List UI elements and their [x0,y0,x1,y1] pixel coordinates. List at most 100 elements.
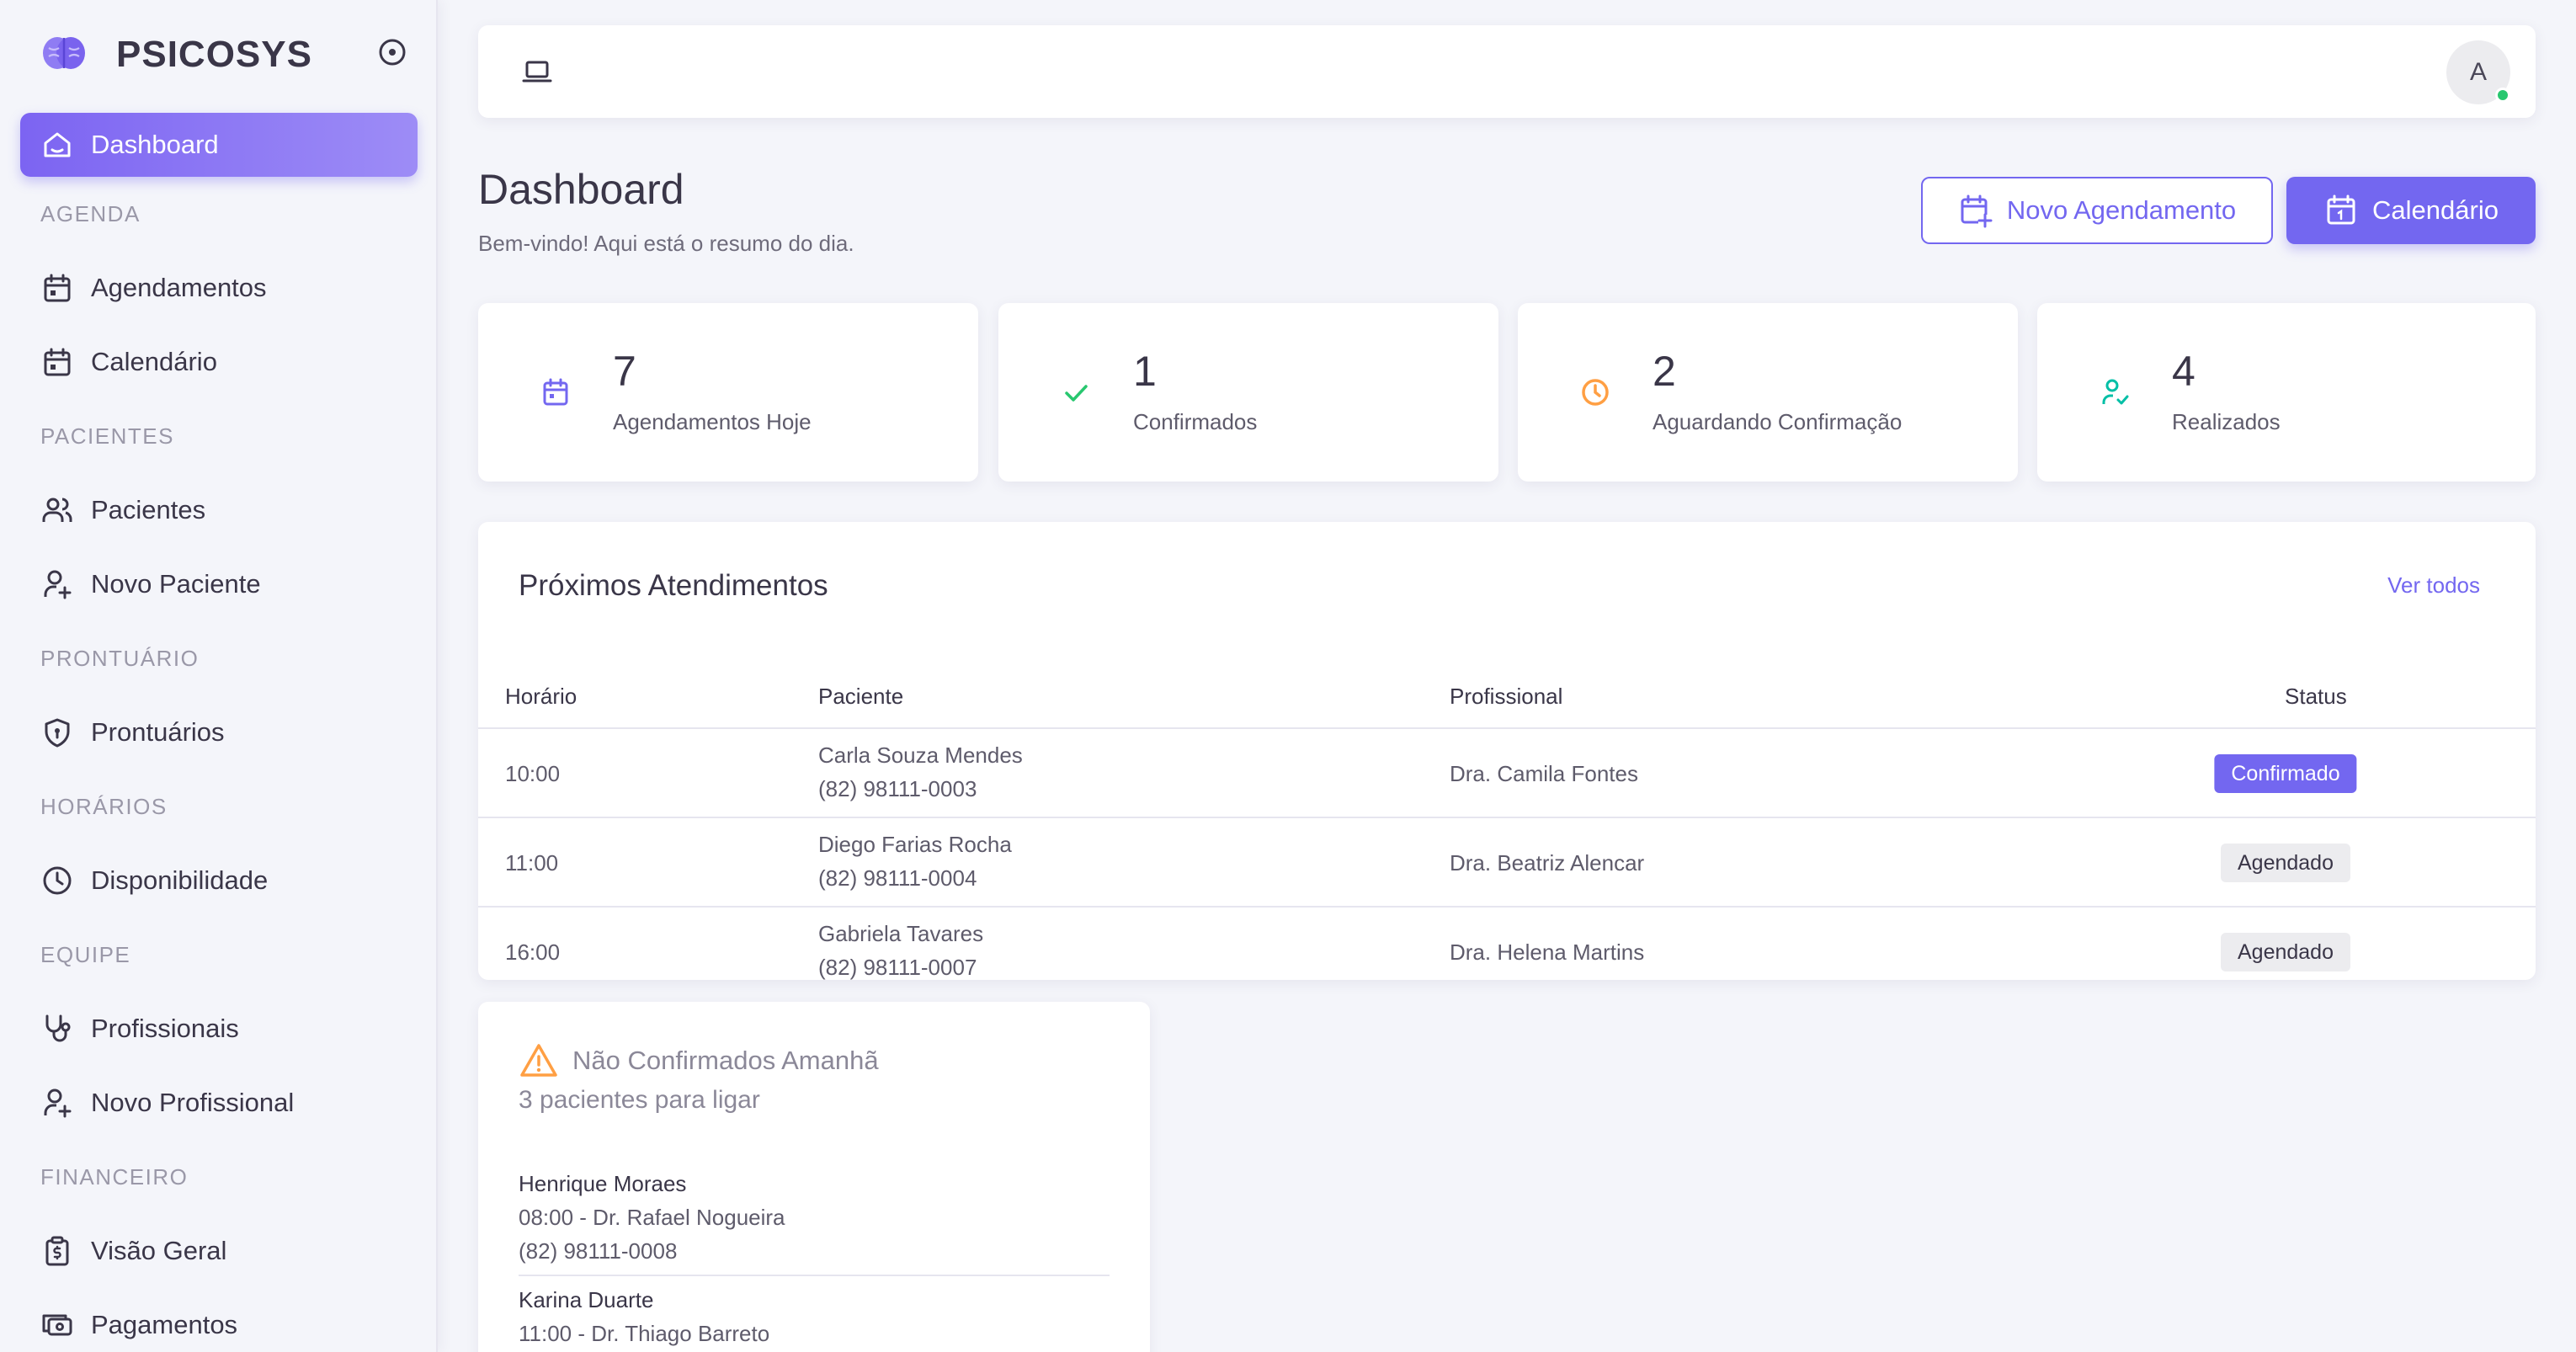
table-row[interactable]: 10:00 Carla Souza Mendes (82) 98111-0003… [478,729,2536,818]
radio-circle-icon [377,37,407,72]
avatar-initial: A [2469,58,2487,86]
sidebar-item-prontuarios[interactable]: Prontuários [20,695,418,769]
table-header: Horário Paciente Profissional Status [478,660,2536,729]
sidebar-item-label: Novo Paciente [91,569,261,599]
user-plus-icon [44,570,72,599]
row-professional: Dra. Camila Fontes [1450,761,1638,786]
status-badge: Agendado [2220,933,2351,971]
check-icon [1059,375,1093,409]
row-professional: Dra. Helena Martins [1450,939,1645,965]
calendar-icon [44,274,71,302]
sidebar-item-pagamentos[interactable]: Pagamentos [20,1288,418,1352]
sidebar-item-novo-profissional[interactable]: Novo Profissional [20,1066,418,1140]
card-title: Próximos Atendimentos [519,569,828,602]
sidebar-item-pacientes[interactable]: Pacientes [20,473,418,547]
card-subtitle: 3 pacientes para ligar [519,1086,760,1114]
stat-card-confirmed: 1 Confirmados [998,303,1498,482]
stat-value: 1 [1133,348,1157,395]
row-time: 11:00 [505,850,559,876]
divider [519,1275,1110,1276]
stat-card-today: 7 Agendamentos Hoje [478,303,978,482]
row-time: 10:00 [505,761,561,786]
clock-icon [1578,375,1612,409]
calendar-button[interactable]: Calendário [2286,177,2536,244]
avatar[interactable]: A [2446,40,2510,104]
laptop-icon[interactable] [520,55,554,88]
appointment-detail: 08:00 - Dr. Rafael Nogueira [519,1205,785,1230]
stat-card-done: 4 Realizados [2037,303,2536,482]
sidebar-toggle-button[interactable] [375,37,409,71]
sidebar-item-label: Profissionais [91,1014,239,1043]
calendar-icon [2327,194,2355,225]
row-patient-phone: (82) 98111-0007 [818,955,977,980]
calendar-button-label: Calendário [2372,195,2499,225]
column-header-status[interactable]: Status [2285,684,2347,710]
calendar-icon [44,348,71,376]
topbar: A [478,25,2536,118]
list-item[interactable]: Karina Duarte 11:00 - Dr. Thiago Barreto [519,1283,1110,1350]
section-pacientes: PACIENTES [40,423,174,449]
sidebar-item-visao-geral[interactable]: Visão Geral [20,1214,418,1288]
row-time: 16:00 [505,939,561,965]
user-plus-icon [44,1089,72,1118]
stat-label: Agendamentos Hoje [613,409,812,434]
row-patient-name: Gabriela Tavares [818,921,984,946]
shield-icon [45,718,70,748]
alert-triangle-icon [519,1041,559,1081]
sidebar-item-dashboard[interactable]: Dashboard [20,113,418,177]
row-patient-phone: (82) 98111-0004 [818,865,977,891]
stat-value: 4 [2172,348,2195,395]
calendar-plus-icon [1961,194,1993,228]
stat-label: Realizados [2172,409,2281,434]
sidebar-item-label: Disponibilidade [91,865,269,895]
home-icon [44,132,71,157]
patient-name: Karina Duarte [519,1287,654,1312]
upcoming-appointments-card: Próximos Atendimentos Ver todos Horário … [478,522,2536,980]
online-status-dot [2495,88,2510,103]
stat-value: 7 [613,348,636,395]
row-professional: Dra. Beatriz Alencar [1450,850,1645,876]
sidebar-item-disponibilidade[interactable]: Disponibilidade [20,844,418,918]
sidebar: PSICOSYS Dashboard AGENDA Agendamentos C… [0,0,438,1352]
users-icon [42,498,72,522]
sidebar-item-agendamentos[interactable]: Agendamentos [20,251,418,325]
user-check-icon [2098,375,2132,409]
sidebar-item-label: Agendamentos [91,273,267,302]
sidebar-item-label: Calendário [91,347,217,376]
sidebar-item-label: Dashboard [91,130,219,159]
brain-logo-icon [40,29,88,81]
appointment-detail: 11:00 - Dr. Thiago Barreto [519,1321,770,1346]
sidebar-item-novo-paciente[interactable]: Novo Paciente [20,547,418,621]
stat-card-awaiting: 2 Aguardando Confirmação [1518,303,2018,482]
column-header-patient[interactable]: Paciente [818,684,903,710]
column-header-professional[interactable]: Profissional [1450,684,1562,710]
sidebar-item-label: Prontuários [91,717,225,747]
table-row[interactable]: 11:00 Diego Farias Rocha (82) 98111-0004… [478,818,2536,908]
table-row[interactable]: 16:00 Gabriela Tavares (82) 98111-0007 D… [478,908,2536,980]
status-badge: Confirmado [2214,754,2357,793]
new-appointment-label: Novo Agendamento [2006,195,2237,225]
row-patient-name: Diego Farias Rocha [818,832,1012,857]
sidebar-item-profissionais[interactable]: Profissionais [20,992,418,1066]
card-title: Não Confirmados Amanhã [572,1046,879,1075]
report-money-icon [45,1236,69,1266]
section-prontuario: PRONTUÁRIO [40,645,200,671]
stethoscope-icon [45,1014,71,1042]
unconfirmed-tomorrow-card: Não Confirmados Amanhã 3 pacientes para … [478,1002,1150,1352]
cash-icon [42,1314,72,1336]
brand-name: PSICOSYS [116,34,312,75]
app-root: PSICOSYS Dashboard AGENDA Agendamentos C… [0,0,2576,1352]
sidebar-item-label: Visão Geral [91,1236,227,1265]
column-header-time[interactable]: Horário [505,684,577,710]
page-subtitle: Bem-vindo! Aqui está o resumo do dia. [478,231,854,256]
view-all-link[interactable]: Ver todos [2387,572,2480,599]
row-patient-name: Carla Souza Mendes [818,743,1023,768]
section-horarios: HORÁRIOS [40,793,168,819]
list-item[interactable]: Henrique Moraes 08:00 - Dr. Rafael Nogue… [519,1167,1110,1268]
sidebar-item-label: Pagamentos [91,1310,238,1339]
patient-phone: (82) 98111-0008 [519,1238,678,1264]
section-financeiro: FINANCEIRO [40,1163,189,1190]
sidebar-nav: Dashboard AGENDA Agendamentos Calendário… [0,113,438,1352]
sidebar-item-calendario[interactable]: Calendário [20,325,418,399]
new-appointment-button[interactable]: Novo Agendamento [1921,177,2273,244]
